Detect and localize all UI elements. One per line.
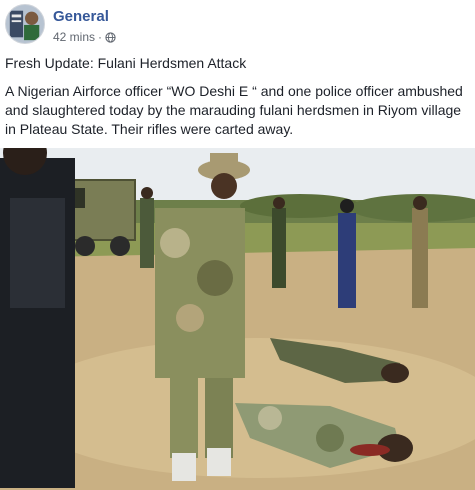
avatar[interactable] — [5, 4, 45, 44]
post-headline: Fresh Update: Fulani Herdsmen Attack — [5, 55, 247, 71]
meta-separator: · — [98, 30, 103, 44]
post-header: General 42 mins · — [5, 4, 470, 46]
post-meta: 42 mins · — [53, 30, 116, 44]
facebook-post: General 42 mins · Fresh Update: Fulani H… — [0, 0, 475, 490]
post-photo[interactable] — [0, 148, 475, 490]
author-name[interactable]: General — [53, 8, 109, 25]
avatar-image — [6, 5, 44, 43]
post-body: Fresh Update: Fulani Herdsmen Attack A N… — [5, 54, 470, 148]
timestamp[interactable]: 42 mins — [53, 30, 95, 44]
scene-illustration — [0, 148, 475, 490]
globe-icon[interactable] — [105, 31, 116, 43]
post-paragraph: A Nigerian Airforce officer “WO Deshi E … — [5, 83, 463, 137]
